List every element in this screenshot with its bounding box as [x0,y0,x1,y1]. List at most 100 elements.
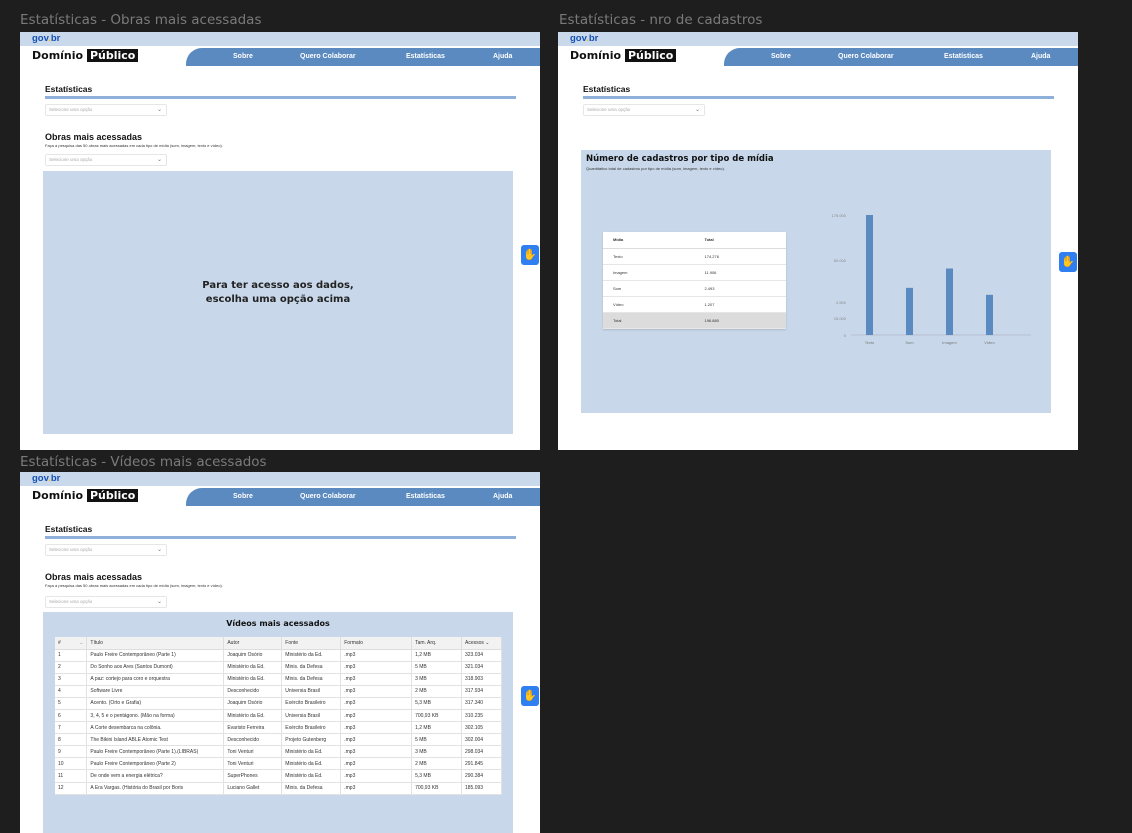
bar-vídeo[interactable] [986,294,993,335]
table-row: Som 2.493 [603,280,786,297]
nav-sobre[interactable]: Sobre [233,488,253,506]
site-logo[interactable]: Domínio Público [32,489,139,502]
nav-estatisticas[interactable]: Estatísticas [406,48,445,66]
cell-titulo: Paulo Freire Contemporâneo (Parte 1) [86,649,225,662]
col-header-number[interactable]: # ⌄ [55,637,88,650]
cell-autor: Ministério da Ed. [223,661,283,674]
obras-title: Obras mais acessadas [45,572,143,582]
chevron-down-icon: ⌄ [79,639,84,646]
videos-table-title: Vídeos mais acessados [226,619,330,628]
stats-type-select[interactable]: Selecione uma opção ⌄ [45,544,167,556]
page-title: Estatísticas [45,524,93,534]
table-row[interactable]: 10 Paulo Freire Contemporâneo (Parte 2) To… [55,757,502,771]
cell-autor: Toni Venturi [223,757,283,771]
empty-results-panel: Para ter acesso aos dados, escolha uma o… [43,171,513,434]
media-type-select[interactable]: Selecione uma opção ⌄ [45,596,167,608]
cell-total: 174.276 [694,248,786,265]
site-logo[interactable]: Domínio Público [32,49,139,62]
table-row[interactable]: 9 Paulo Freire Contemporâneo (Parte 1).(L… [55,745,502,759]
cell-formato: .mp3 [340,673,413,686]
cadastros-bar-chart: 175.000 50.000 2.500 15.000 0 Texto Som Imagem V… [832,213,1031,345]
cell-tamanho: 700,93 KB [411,709,462,723]
sign-language-icon[interactable]: ✋ [1059,252,1077,272]
stats-type-select[interactable]: Selecione uma opção ⌄ [45,104,167,116]
nav-ajuda[interactable]: Ajuda [493,48,512,66]
table-row[interactable]: 1 Paulo Freire Contemporâneo (Parte 1) Joa… [55,649,502,662]
y-tick-label: 15.000 [834,316,847,321]
cell-total: 2.493 [694,280,786,297]
col-total: Total [694,232,786,249]
bar-imagem[interactable] [946,268,953,335]
cell-autor: Desconhecido [223,733,283,747]
table-row: Imagem 11.906 [603,264,786,281]
empty-message-line1: Para ter acesso aos dados, [202,280,354,291]
cadastros-table: Mídia Total Texto 174.276 Imagem 11.906 So… [603,232,786,329]
nav-sobre[interactable]: Sobre [233,48,253,66]
table-row[interactable]: 3A paz: cortejo para coro e orquestra Min… [55,673,502,686]
cell-tamanho: 5 MB [411,661,462,674]
chevron-down-icon: ⌄ [694,107,700,113]
bar-texto[interactable] [866,215,873,335]
cell-total: 1.207 [694,296,786,313]
col-header-fonte[interactable]: Fonte [281,637,342,650]
obras-subtitle: Faça a pesquisa das 50 obras mais acessa… [45,583,223,588]
cell-autor: Evaristo Ferreira [223,721,283,735]
nav-quero-colaborar[interactable]: Quero Colaborar [300,48,356,66]
col-header-titulo[interactable]: Título [86,637,225,650]
cell-autor: Joaquim Osório [223,649,283,662]
page-title: Estatísticas [45,84,93,94]
table-row[interactable]: 6 3, 4, 5 e o pentágono. (Mão na forma) Mi… [55,709,502,723]
table-row[interactable]: 7A Corte desembarca na colônia. Evaristo … [55,721,502,735]
nav-ajuda[interactable]: Ajuda [1031,48,1050,66]
videos-table: # ⌄ Título Autor Fonte Formato Tam. Arq.… [55,637,502,795]
cell-titulo: The Bikini Island ABLE Atomic Test [86,733,225,747]
nav-quero-colaborar[interactable]: Quero Colaborar [838,48,894,66]
sign-language-icon[interactable]: ✋ [521,245,539,265]
cell-formato: .mp3 [340,649,413,662]
nav-quero-colaborar[interactable]: Quero Colaborar [300,488,356,506]
cell-total: 196.880 [694,312,786,329]
table-row: Texto 174.276 [603,248,786,265]
frame-label-obras: Estatísticas - Obras mais acessadas [20,12,262,28]
cell-acessos: 302.004 [461,733,502,747]
table-row[interactable]: 11 De onde vem a energia elétrica? SuperPh… [55,769,502,783]
col-header-tamanho[interactable]: Tam. Arq. [411,637,462,650]
nav-ajuda[interactable]: Ajuda [493,488,512,506]
chevron-down-icon: ⌄ [156,599,162,605]
cell-number: 1 [55,649,88,662]
cell-number: 9 [55,745,88,759]
frame-label-videos: Estatísticas - Vídeos mais acessados [20,454,267,470]
cell-fonte: Ministério da Ed. [281,649,342,662]
cell-formato: .mp3 [340,709,413,723]
col-header-acessos[interactable]: Acessos ⌄ [461,637,502,650]
nav-estatisticas[interactable]: Estatísticas [406,488,445,506]
cell-titulo: De onde vem a energia elétrica? [86,769,225,783]
cell-titulo: A Era Vargas. (História do Brasil por Bo… [86,782,225,795]
media-type-select[interactable]: Selecione uma opção ⌄ [45,154,167,166]
table-row[interactable]: 2 Do Sonho aos Ares (Santos Dumont) Minist… [55,661,502,674]
table-row[interactable]: 4 Software Livre Desconhecido Universia Bra… [55,685,502,698]
x-tick-label: Vídeo [984,340,995,345]
site-logo[interactable]: Domínio Público [570,49,677,62]
nav-sobre[interactable]: Sobre [771,48,791,66]
col-midia: Mídia [603,232,695,249]
sign-language-icon[interactable]: ✋ [521,686,539,706]
table-row[interactable]: 5 Acento. (Orto e Grafia) Joaquim Osório Ex… [55,697,502,710]
table-row[interactable]: 12 A Era Vargas. (História do Brasil por … [55,782,502,795]
chevron-down-icon: ⌄ [156,547,162,553]
bar-som[interactable] [906,287,913,335]
cell-total: 11.906 [694,264,786,281]
cell-fonte: Exército Brasileiro [281,697,342,710]
table-row: Vídeo 1.207 [603,296,786,313]
cell-midia: Vídeo [603,296,695,313]
cell-titulo: Acento. (Orto e Grafia) [86,697,225,710]
cell-acessos: 310.235 [461,709,502,723]
nav-estatisticas[interactable]: Estatísticas [944,48,983,66]
y-tick-label: 2.500 [836,300,847,305]
col-header-formato[interactable]: Formato [340,637,413,650]
table-row[interactable]: 8 The Bikini Island ABLE Atomic Test Desco… [55,733,502,747]
stats-type-select[interactable]: Selecione uma opção ⌄ [583,104,705,116]
site-header: Domínio Público Sobre Quero Colaborar Es… [20,46,540,66]
cell-number: 10 [55,757,88,771]
col-header-autor[interactable]: Autor [223,637,283,650]
